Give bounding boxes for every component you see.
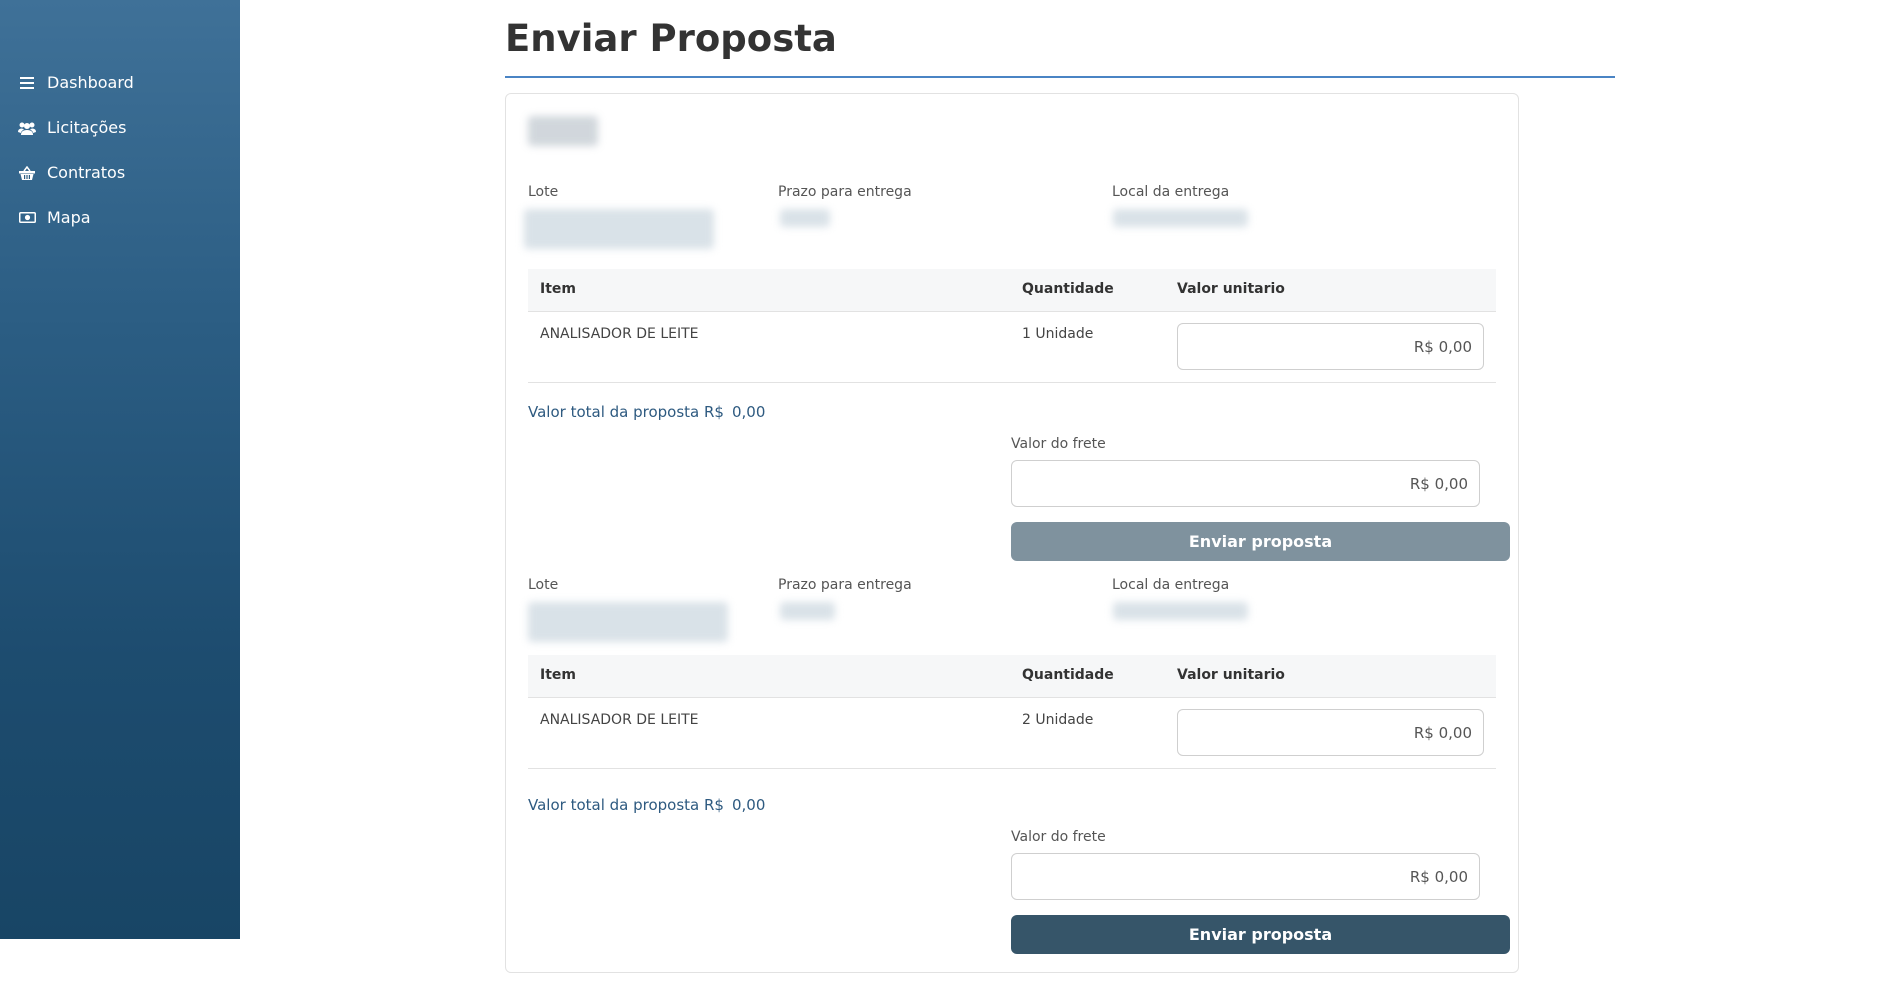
proposal-total-value: 0,00 — [731, 796, 766, 814]
redacted-lote-value — [528, 602, 728, 642]
item-name: ANALISADOR DE LEITE — [540, 712, 699, 728]
item-name: ANALISADOR DE LEITE — [540, 326, 699, 342]
redacted-prazo-value — [780, 209, 830, 227]
sidebar-item-label: Licitações — [47, 118, 127, 137]
sidebar-item-label: Dashboard — [47, 73, 134, 92]
redacted-lote-value — [524, 209, 714, 249]
proposal-total-value: 0,00 — [731, 403, 766, 421]
sidebar-item-licitacoes[interactable]: Licitações — [0, 105, 240, 150]
table-header: Item Quantidade Valor unitario — [528, 269, 1496, 312]
frete-label: Valor do frete — [1011, 436, 1106, 452]
sidebar: Dashboard Licitações Contratos Mapa — [0, 0, 240, 939]
table-row: ANALISADOR DE LEITE 1 Unidade — [528, 312, 1496, 383]
column-header-quantidade: Quantidade — [1022, 281, 1114, 297]
frete-input[interactable] — [1011, 853, 1480, 900]
money-icon — [18, 210, 36, 226]
proposal-total-label: Valor total da proposta R$ — [528, 403, 724, 421]
frete-input[interactable] — [1011, 460, 1480, 507]
proposal-card: Lote Prazo para entrega Local da entrega… — [505, 93, 1519, 973]
frete-label: Valor do frete — [1011, 829, 1106, 845]
redacted-card-title — [528, 116, 598, 146]
lot-section: Lote Prazo para entrega Local da entrega… — [528, 577, 1510, 997]
table-row: ANALISADOR DE LEITE 2 Unidade — [528, 698, 1496, 769]
basket-icon — [18, 165, 36, 181]
column-header-valor-unitario: Valor unitario — [1177, 281, 1285, 297]
unit-price-input[interactable] — [1177, 709, 1484, 756]
prazo-label: Prazo para entrega — [778, 184, 912, 200]
sidebar-item-dashboard[interactable]: Dashboard — [0, 60, 240, 105]
sidebar-nav: Dashboard Licitações Contratos Mapa — [0, 60, 240, 240]
lote-label: Lote — [528, 577, 559, 593]
local-label: Local da entrega — [1112, 577, 1230, 593]
main-content: Enviar Proposta — [505, 0, 1615, 78]
sidebar-item-label: Mapa — [47, 208, 91, 227]
local-label: Local da entrega — [1112, 184, 1230, 200]
lote-label: Lote — [528, 184, 559, 200]
send-proposal-button[interactable]: Enviar proposta — [1011, 522, 1510, 561]
unit-price-input[interactable] — [1177, 323, 1484, 370]
sidebar-item-mapa[interactable]: Mapa — [0, 195, 240, 240]
prazo-label: Prazo para entrega — [778, 577, 912, 593]
column-header-item: Item — [540, 281, 576, 297]
item-quantity: 1 Unidade — [1022, 326, 1094, 342]
table-header: Item Quantidade Valor unitario — [528, 655, 1496, 698]
item-quantity: 2 Unidade — [1022, 712, 1094, 728]
column-header-item: Item — [540, 667, 576, 683]
redacted-local-value — [1113, 209, 1248, 227]
send-proposal-button[interactable]: Enviar proposta — [1011, 915, 1510, 954]
proposal-total-label: Valor total da proposta R$ — [528, 796, 724, 814]
title-divider — [505, 76, 1615, 78]
sidebar-item-label: Contratos — [47, 163, 126, 182]
redacted-local-value — [1113, 602, 1248, 620]
column-header-valor-unitario: Valor unitario — [1177, 667, 1285, 683]
proposal-total: Valor total da proposta R$ 0,00 — [528, 403, 765, 421]
proposal-total: Valor total da proposta R$ 0,00 — [528, 796, 765, 814]
column-header-quantidade: Quantidade — [1022, 667, 1114, 683]
redacted-prazo-value — [780, 602, 835, 620]
sidebar-item-contratos[interactable]: Contratos — [0, 150, 240, 195]
page-title: Enviar Proposta — [505, 17, 837, 60]
menu-icon — [18, 75, 36, 91]
users-icon — [18, 120, 36, 136]
